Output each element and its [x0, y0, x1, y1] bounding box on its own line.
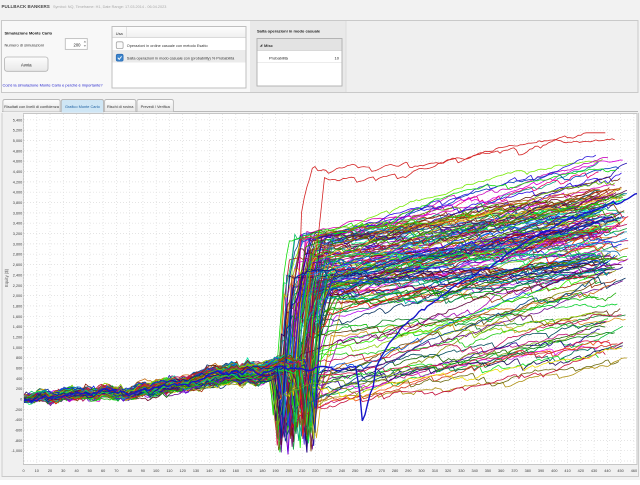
svg-text:40: 40 — [74, 469, 78, 473]
svg-text:0: 0 — [22, 469, 24, 473]
svg-text:5,400: 5,400 — [13, 118, 23, 122]
svg-text:460: 460 — [631, 469, 637, 473]
svg-text:2,600: 2,600 — [13, 263, 23, 267]
svg-text:Grafico Monte Carlo: Grafico Monte Carlo — [65, 104, 100, 109]
svg-text:150: 150 — [219, 469, 225, 473]
svg-text:380: 380 — [525, 469, 531, 473]
svg-text:410: 410 — [564, 469, 570, 473]
svg-text:280: 280 — [392, 469, 398, 473]
svg-text:70: 70 — [114, 469, 118, 473]
svg-text:3,000: 3,000 — [13, 242, 23, 246]
svg-text:10: 10 — [335, 56, 340, 61]
svg-text:Misc: Misc — [264, 43, 274, 48]
svg-text:0: 0 — [20, 398, 22, 402]
svg-text:200: 200 — [16, 387, 22, 391]
svg-text:2,400: 2,400 — [13, 273, 23, 277]
svg-text:-600: -600 — [15, 429, 23, 433]
svg-text:1,400: 1,400 — [13, 325, 23, 329]
svg-text:230: 230 — [326, 469, 332, 473]
svg-text:Salta operazioni in modo casua: Salta operazioni in modo casuale con (pr… — [127, 57, 235, 61]
svg-text:1,000: 1,000 — [13, 346, 23, 350]
svg-text:1,600: 1,600 — [13, 315, 23, 319]
svg-text:Avvia: Avvia — [21, 62, 32, 67]
svg-text:5,000: 5,000 — [13, 139, 23, 143]
svg-text:3,200: 3,200 — [13, 232, 23, 236]
svg-text:200: 200 — [286, 469, 292, 473]
svg-text:250: 250 — [352, 469, 358, 473]
svg-text:2,200: 2,200 — [13, 284, 23, 288]
svg-text:200: 200 — [74, 42, 82, 47]
svg-text:120: 120 — [180, 469, 186, 473]
svg-text:210: 210 — [299, 469, 305, 473]
svg-text:Probabilità: Probabilità — [269, 56, 289, 61]
svg-text:Simulazione Monte Carlo: Simulazione Monte Carlo — [5, 31, 53, 36]
svg-text:Rischi di rovina: Rischi di rovina — [107, 104, 134, 109]
svg-text:Usa: Usa — [116, 31, 124, 36]
svg-text:110: 110 — [166, 469, 172, 473]
svg-text:240: 240 — [339, 469, 345, 473]
svg-text:440: 440 — [604, 469, 610, 473]
svg-text:4,200: 4,200 — [13, 180, 23, 184]
svg-text:3,400: 3,400 — [13, 222, 23, 226]
svg-text:30: 30 — [61, 469, 65, 473]
svg-text:300: 300 — [418, 469, 424, 473]
svg-text:10: 10 — [35, 469, 39, 473]
svg-text:60: 60 — [101, 469, 105, 473]
svg-text:Equity ($): Equity ($) — [4, 268, 9, 287]
svg-text:370: 370 — [511, 469, 517, 473]
svg-text:-1,000: -1,000 — [12, 449, 23, 453]
svg-text:-400: -400 — [15, 418, 23, 422]
svg-text:80: 80 — [128, 469, 132, 473]
svg-text:160: 160 — [233, 469, 239, 473]
svg-text:4,400: 4,400 — [13, 170, 23, 174]
svg-text:360: 360 — [498, 469, 504, 473]
svg-text:430: 430 — [591, 469, 597, 473]
svg-text:290: 290 — [405, 469, 411, 473]
svg-text:-200: -200 — [15, 408, 23, 412]
svg-text:390: 390 — [538, 469, 544, 473]
svg-text:2,000: 2,000 — [13, 294, 23, 298]
svg-text:190: 190 — [272, 469, 278, 473]
svg-text:1,800: 1,800 — [13, 304, 23, 308]
svg-text:420: 420 — [578, 469, 584, 473]
svg-text:90: 90 — [141, 469, 145, 473]
svg-text:2,800: 2,800 — [13, 253, 23, 257]
svg-text:5,200: 5,200 — [13, 129, 23, 133]
svg-text:400: 400 — [551, 469, 557, 473]
svg-text:100: 100 — [153, 469, 159, 473]
svg-text:4,600: 4,600 — [13, 160, 23, 164]
svg-text:350: 350 — [485, 469, 491, 473]
svg-text:Symbol: NQ, Timeframe: H1, Dat: Symbol: NQ, Timeframe: H1, Date Range: 1… — [53, 5, 166, 9]
svg-text:Operazioni in ordine casuale c: Operazioni in ordine casuale con metodo … — [127, 44, 208, 48]
svg-text:270: 270 — [379, 469, 385, 473]
svg-text:600: 600 — [16, 367, 22, 371]
svg-text:800: 800 — [16, 356, 22, 360]
svg-text:4,800: 4,800 — [13, 149, 23, 153]
svg-text:Risultati con livelli di confi: Risultati con livelli di confidenza — [4, 104, 60, 109]
svg-text:320: 320 — [445, 469, 451, 473]
svg-text:330: 330 — [458, 469, 464, 473]
svg-text:170: 170 — [246, 469, 252, 473]
svg-text:1,200: 1,200 — [13, 336, 23, 340]
svg-text:Numero di simulazioni: Numero di simulazioni — [5, 42, 44, 47]
svg-text:-800: -800 — [15, 439, 23, 443]
svg-text:4,000: 4,000 — [13, 191, 23, 195]
svg-text:400: 400 — [16, 377, 22, 381]
svg-text:340: 340 — [472, 469, 478, 473]
svg-text:180: 180 — [259, 469, 265, 473]
svg-text:310: 310 — [432, 469, 438, 473]
svg-text:50: 50 — [88, 469, 92, 473]
svg-text:3,800: 3,800 — [13, 201, 23, 205]
svg-text:130: 130 — [193, 469, 199, 473]
svg-text:260: 260 — [365, 469, 371, 473]
svg-text:3,600: 3,600 — [13, 211, 23, 215]
svg-text:140: 140 — [206, 469, 212, 473]
svg-text:450: 450 — [617, 469, 623, 473]
svg-text:Salta operazioni in modo casua: Salta operazioni in modo casuale — [257, 29, 321, 34]
svg-text:20: 20 — [48, 469, 52, 473]
svg-text:Prevedi / Verifica: Prevedi / Verifica — [141, 104, 171, 109]
svg-text:220: 220 — [312, 469, 318, 473]
svg-text:Cos'è la simulazione Monte Car: Cos'è la simulazione Monte Carlo e perch… — [3, 83, 104, 88]
svg-text:PULLBACK BANKERS: PULLBACK BANKERS — [2, 4, 50, 9]
